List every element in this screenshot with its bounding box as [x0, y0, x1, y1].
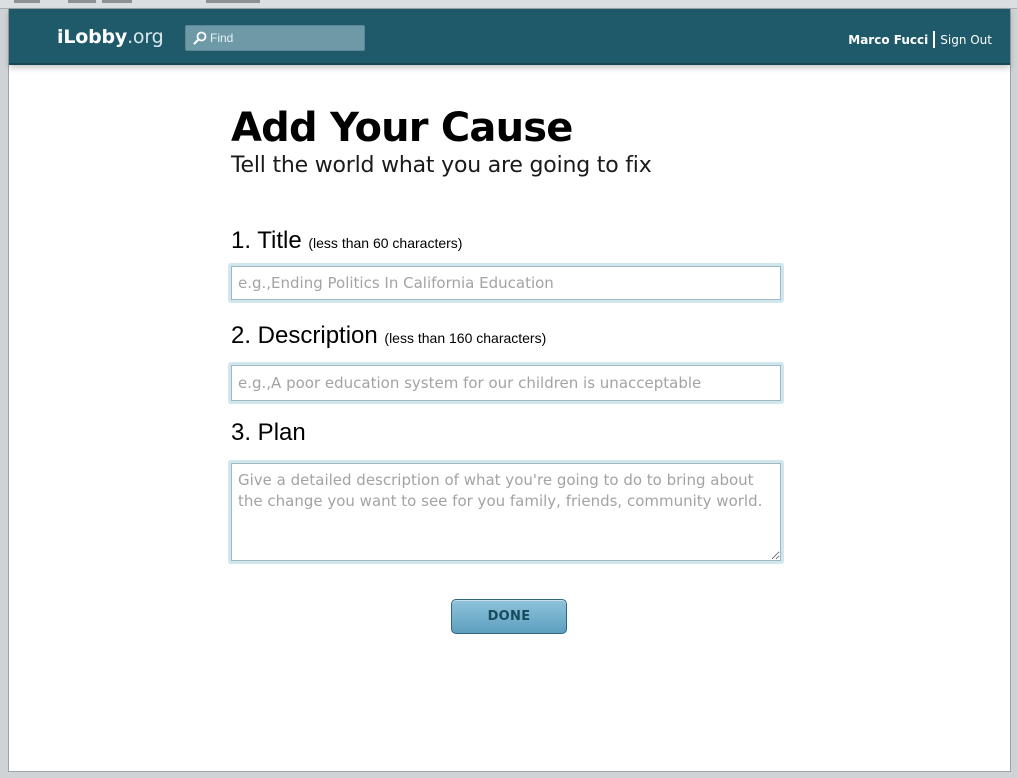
plan-field-label: 3. Plan [231, 419, 306, 447]
add-cause-form: Add Your Cause Tell the world what you a… [228, 105, 791, 634]
description-label-text: 2. Description [231, 322, 378, 349]
page-frame: iLobby.org Marco Fucci Sign Out Add Your… [8, 8, 1011, 772]
description-input[interactable] [231, 365, 781, 401]
title-field-wrapper [228, 263, 784, 303]
search-input[interactable] [210, 28, 360, 48]
title-length-hint: (less than 60 characters) [308, 235, 463, 251]
description-field-wrapper [228, 362, 784, 404]
logo-tld-text: .org [127, 26, 164, 48]
user-menu: Marco Fucci Sign Out [848, 31, 992, 48]
user-name[interactable]: Marco Fucci [848, 33, 928, 47]
window-tab-marker [68, 0, 96, 3]
title-field-label: 1. Title (less than 60 characters) [231, 227, 462, 257]
title-label-text: 1. Title [231, 227, 302, 254]
plan-label-text: 3. Plan [231, 419, 306, 446]
title-input[interactable] [231, 266, 781, 300]
search-box[interactable] [185, 25, 365, 51]
site-logo[interactable]: iLobby.org [57, 26, 164, 48]
description-length-hint: (less than 160 characters) [384, 330, 547, 346]
plan-textarea[interactable] [231, 463, 781, 561]
search-icon [193, 31, 207, 45]
description-field-label: 2. Description (less than 160 characters… [231, 322, 546, 352]
done-button[interactable]: DONE [451, 599, 567, 634]
user-menu-divider [933, 31, 936, 48]
plan-field-wrapper [228, 460, 784, 564]
page-title: Add Your Cause [231, 105, 573, 151]
logo-main-text: iLobby [57, 26, 128, 48]
window-tab-marker [14, 0, 40, 3]
window-tab-marker [206, 0, 260, 3]
page-subtitle: Tell the world what you are going to fix [231, 153, 652, 178]
top-navigation-bar: iLobby.org Marco Fucci Sign Out [9, 9, 1010, 65]
window-tab-marker [102, 0, 132, 3]
sign-out-link[interactable]: Sign Out [940, 33, 992, 47]
